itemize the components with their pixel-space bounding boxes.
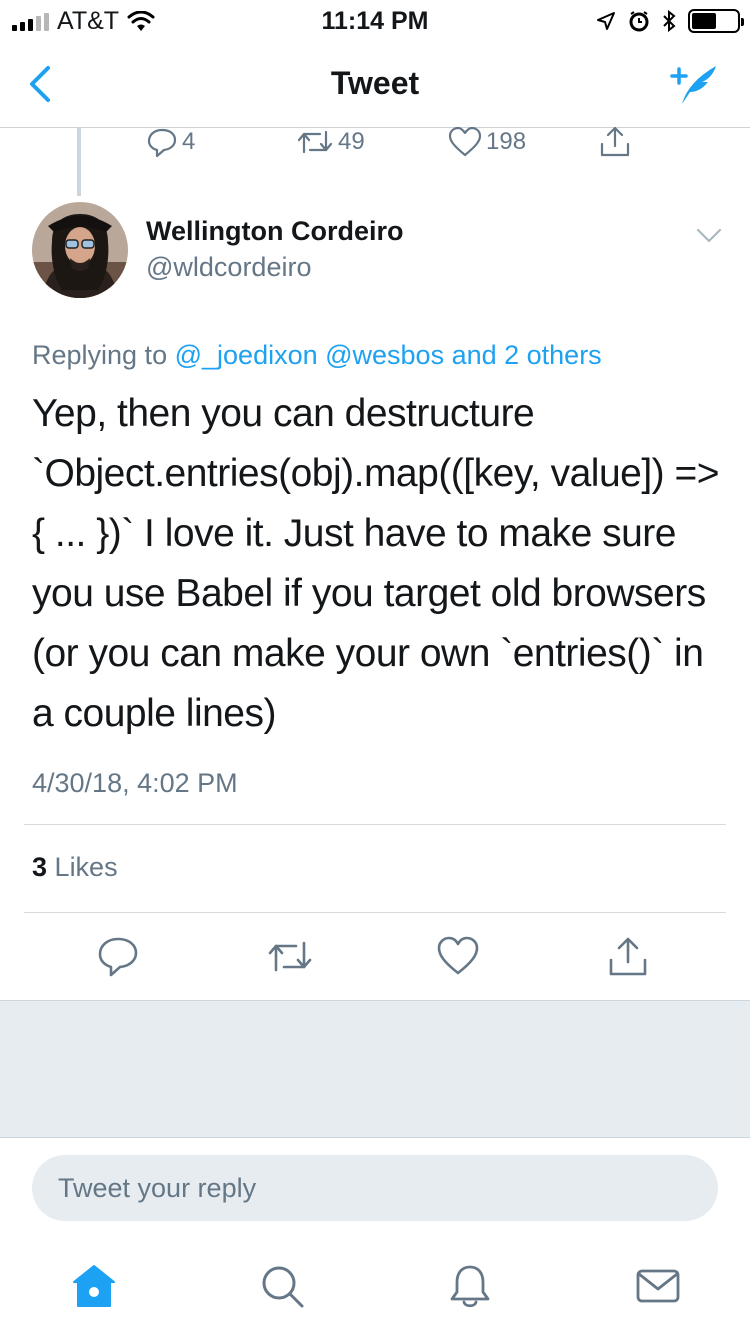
location-arrow-icon: [597, 12, 615, 30]
parent-reply-count: 4: [182, 128, 196, 155]
likes-summary[interactable]: 3 Likes: [32, 852, 118, 883]
replying-to: Replying to @_joedixon @wesbos and 2 oth…: [32, 340, 602, 371]
likes-label: Likes: [54, 852, 118, 882]
empty-replies-area: [0, 1000, 750, 1138]
messages-icon[interactable]: [634, 1262, 682, 1310]
reply-bubble-icon[interactable]: [96, 934, 140, 978]
reply-bubble-icon: [147, 128, 177, 158]
likes-count: 3: [32, 852, 48, 882]
retweet-icon[interactable]: [266, 934, 314, 978]
home-icon[interactable]: [70, 1262, 118, 1310]
tab-bar: [0, 1246, 750, 1334]
notifications-icon[interactable]: [446, 1262, 494, 1310]
replying-prefix: Replying to: [32, 340, 168, 370]
compose-quill-icon[interactable]: [666, 60, 722, 108]
divider: [24, 824, 726, 825]
share-icon[interactable]: [606, 934, 650, 978]
parent-share-button[interactable]: [598, 124, 632, 158]
parent-like-count: 198: [486, 128, 527, 155]
parent-like-button[interactable]: 198: [448, 126, 526, 158]
retweet-icon: [297, 130, 333, 154]
avatar[interactable]: [32, 202, 128, 298]
tweet-timestamp: 4/30/18, 4:02 PM: [32, 768, 238, 798]
share-icon: [600, 126, 630, 157]
tweet-text: Yep, then you can destructure `Object.en…: [32, 392, 720, 735]
author-name[interactable]: Wellington Cordeiro: [146, 216, 404, 247]
author-handle[interactable]: @wldcordeiro: [146, 252, 311, 283]
replying-to-links[interactable]: @_joedixon @wesbos and 2 others: [175, 340, 602, 370]
status-bar: AT&T 11:14 PM: [0, 0, 750, 40]
reply-input[interactable]: [58, 1172, 692, 1204]
status-right: [596, 9, 744, 33]
avatar-photo-icon: [32, 202, 128, 298]
parent-tweet-actions: 4 49 198: [0, 124, 750, 164]
battery-icon: [688, 9, 744, 33]
parent-retweet-button[interactable]: 49: [296, 126, 365, 158]
heart-icon[interactable]: [436, 934, 480, 978]
nav-bar: Tweet: [0, 40, 750, 128]
divider: [24, 912, 726, 913]
chevron-down-icon[interactable]: [694, 222, 724, 248]
page-title: Tweet: [330, 65, 420, 101]
bluetooth-icon: [663, 10, 676, 32]
heart-icon: [448, 126, 482, 157]
reply-composer[interactable]: [32, 1155, 718, 1221]
alarm-icon: [629, 11, 649, 32]
parent-reply-button[interactable]: 4: [146, 126, 195, 158]
tweet-actions: [0, 930, 750, 986]
search-icon[interactable]: [258, 1262, 306, 1310]
parent-retweet-count: 49: [338, 128, 365, 155]
